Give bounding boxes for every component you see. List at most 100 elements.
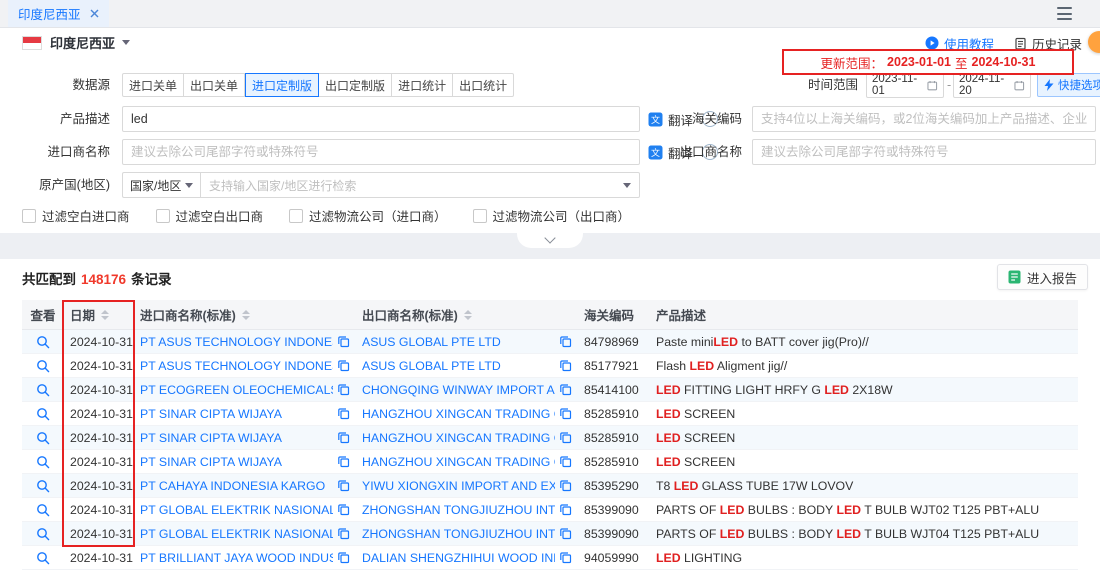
table-row: 2024-10-31PT GLOBAL ELEKTRIK NASIONALZHO… (22, 498, 1078, 522)
hs-code-input[interactable] (752, 106, 1096, 132)
view-icon[interactable] (36, 479, 50, 493)
enter-report-button[interactable]: 进入报告 (997, 264, 1088, 290)
exporter-cell: HANGZHOU XINGCAN TRADING CO LTD (356, 431, 578, 445)
copy-icon[interactable] (559, 359, 572, 372)
col-view: 查看 (22, 305, 64, 324)
exporter-link[interactable]: ZHONGSHAN TONGJIUZHOU INTERNA... (362, 527, 555, 541)
importer-link[interactable]: PT GLOBAL ELEKTRIK NASIONAL (140, 503, 333, 517)
exporter-input[interactable] (752, 139, 1096, 165)
copy-icon[interactable] (559, 479, 572, 492)
importer-input[interactable] (122, 139, 640, 165)
origin-search-input[interactable]: 支持输入国家/地区进行检索 (200, 172, 640, 198)
copy-icon[interactable] (559, 383, 572, 396)
view-icon[interactable] (36, 431, 50, 445)
copy-icon[interactable] (559, 431, 572, 444)
exporter-link[interactable]: ASUS GLOBAL PTE LTD (362, 359, 555, 373)
date-to-value: 2024-11-20 (959, 73, 1014, 97)
checkbox-icon[interactable] (473, 209, 487, 223)
importer-link[interactable]: PT ASUS TECHNOLOGY INDONESIA BA... (140, 359, 333, 373)
close-icon[interactable] (90, 9, 99, 18)
copy-icon[interactable] (559, 407, 572, 420)
checkbox-icon[interactable] (22, 209, 36, 223)
copy-icon[interactable] (337, 407, 350, 420)
chevron-down-icon[interactable] (122, 40, 130, 45)
view-icon[interactable] (36, 527, 50, 541)
date-from-input[interactable]: 2023-11-01 (866, 72, 944, 98)
col-importer[interactable]: 进口商名称(标准) (134, 305, 356, 324)
view-icon[interactable] (36, 359, 50, 373)
exporter-link[interactable]: CHONGQING WINWAY IMPORT AND E... (362, 383, 555, 397)
menu-icon[interactable] (1057, 7, 1072, 20)
view-icon[interactable] (36, 455, 50, 469)
importer-link[interactable]: PT ASUS TECHNOLOGY INDONESIA BA... (140, 335, 333, 349)
copy-icon[interactable] (337, 479, 350, 492)
copy-icon[interactable] (559, 455, 572, 468)
copy-icon[interactable] (559, 527, 572, 540)
copy-icon[interactable] (337, 527, 350, 540)
summary-prefix: 共匹配到 (22, 272, 76, 287)
exporter-link[interactable]: ASUS GLOBAL PTE LTD (362, 335, 555, 349)
filter-checkbox-3[interactable]: 过滤物流公司（进口商） (289, 206, 447, 225)
filter-panel: 数据源 进口关单出口关单进口定制版出口定制版进口统计出口统计 时间范围 2023… (0, 56, 1100, 233)
data-source-tab-2[interactable]: 出口关单 (184, 73, 245, 97)
country-selector[interactable]: 印度尼西亚 (50, 33, 115, 52)
filter-checkbox-2[interactable]: 过滤空白出口商 (156, 206, 264, 225)
view-icon[interactable] (36, 551, 50, 565)
copy-icon[interactable] (337, 359, 350, 372)
copy-icon[interactable] (337, 383, 350, 396)
data-source-tab-6[interactable]: 出口统计 (453, 73, 514, 97)
exporter-link[interactable]: YIWU XIONGXIN IMPORT AND EXPORT... (362, 479, 555, 493)
exporter-link[interactable]: HANGZHOU XINGCAN TRADING CO LTD (362, 431, 555, 445)
table-row: 2024-10-31PT ASUS TECHNOLOGY INDONESIA B… (22, 330, 1078, 354)
product-desc-cell: LED SCREEN (650, 455, 1078, 469)
copy-icon[interactable] (559, 335, 572, 348)
view-icon[interactable] (36, 503, 50, 517)
exporter-link[interactable]: DALIAN SHENGZHIHUI WOOD INDUST... (362, 551, 555, 565)
importer-link[interactable]: PT SINAR CIPTA WIJAYA (140, 431, 333, 445)
importer-link[interactable]: PT SINAR CIPTA WIJAYA (140, 407, 333, 421)
view-icon[interactable] (36, 383, 50, 397)
data-source-tab-4[interactable]: 出口定制版 (319, 73, 392, 97)
tab-indonesia[interactable]: 印度尼西亚 (8, 0, 109, 27)
data-source-tab-5[interactable]: 进口统计 (392, 73, 453, 97)
copy-icon[interactable] (559, 503, 572, 516)
product-desc-input[interactable] (122, 106, 640, 132)
filter-checkbox-4[interactable]: 过滤物流公司（出口商） (473, 206, 631, 225)
copy-icon[interactable] (337, 431, 350, 444)
importer-link[interactable]: PT GLOBAL ELEKTRIK NASIONAL (140, 527, 333, 541)
copy-icon[interactable] (337, 335, 350, 348)
sort-icon[interactable] (242, 310, 250, 320)
copy-icon[interactable] (337, 551, 350, 564)
update-range-label: 更新范围： (821, 53, 884, 72)
importer-link[interactable]: PT ECOGREEN OLEOCHEMICALS (140, 383, 333, 397)
origin-country-select[interactable]: 国家/地区 (122, 172, 200, 198)
importer-cell: PT BRILLIANT JAYA WOOD INDUSTRY (134, 551, 356, 565)
copy-icon[interactable] (337, 455, 350, 468)
view-icon[interactable] (36, 335, 50, 349)
exporter-cell: CHONGQING WINWAY IMPORT AND E... (356, 383, 578, 397)
importer-link[interactable]: PT SINAR CIPTA WIJAYA (140, 455, 333, 469)
checkbox-icon[interactable] (289, 209, 303, 223)
data-source-tab-3[interactable]: 进口定制版 (245, 73, 319, 97)
quick-options-button[interactable]: 快捷选项 (1037, 73, 1100, 97)
filter-checkboxes: 过滤空白进口商 过滤空白出口商 过滤物流公司（进口商） 过滤物流公司（出口商） (22, 206, 630, 225)
importer-link[interactable]: PT CAHAYA INDONESIA KARGO (140, 479, 333, 493)
exporter-link[interactable]: ZHONGSHAN TONGJIUZHOU INTERNA... (362, 503, 555, 517)
view-icon[interactable] (36, 407, 50, 421)
date-to-input[interactable]: 2024-11-20 (953, 72, 1031, 98)
collapse-toggle[interactable] (517, 233, 583, 248)
sort-icon[interactable] (101, 310, 109, 320)
exporter-link[interactable]: HANGZHOU XINGCAN TRADING CO LTD (362, 455, 555, 469)
importer-link[interactable]: PT BRILLIANT JAYA WOOD INDUSTRY (140, 551, 333, 565)
exporter-link[interactable]: HANGZHOU XINGCAN TRADING CO LTD (362, 407, 555, 421)
copy-icon[interactable] (337, 503, 350, 516)
data-source-tab-1[interactable]: 进口关单 (122, 73, 184, 97)
filter-checkbox-1[interactable]: 过滤空白进口商 (22, 206, 130, 225)
sort-icon[interactable] (464, 310, 472, 320)
date-cell: 2024-10-31 (64, 383, 134, 397)
col-date[interactable]: 日期 (64, 305, 134, 324)
col-exporter[interactable]: 出口商名称(标准) (356, 305, 578, 324)
product-desc-cell: LED LIGHTING (650, 551, 1078, 565)
checkbox-icon[interactable] (156, 209, 170, 223)
copy-icon[interactable] (559, 551, 572, 564)
